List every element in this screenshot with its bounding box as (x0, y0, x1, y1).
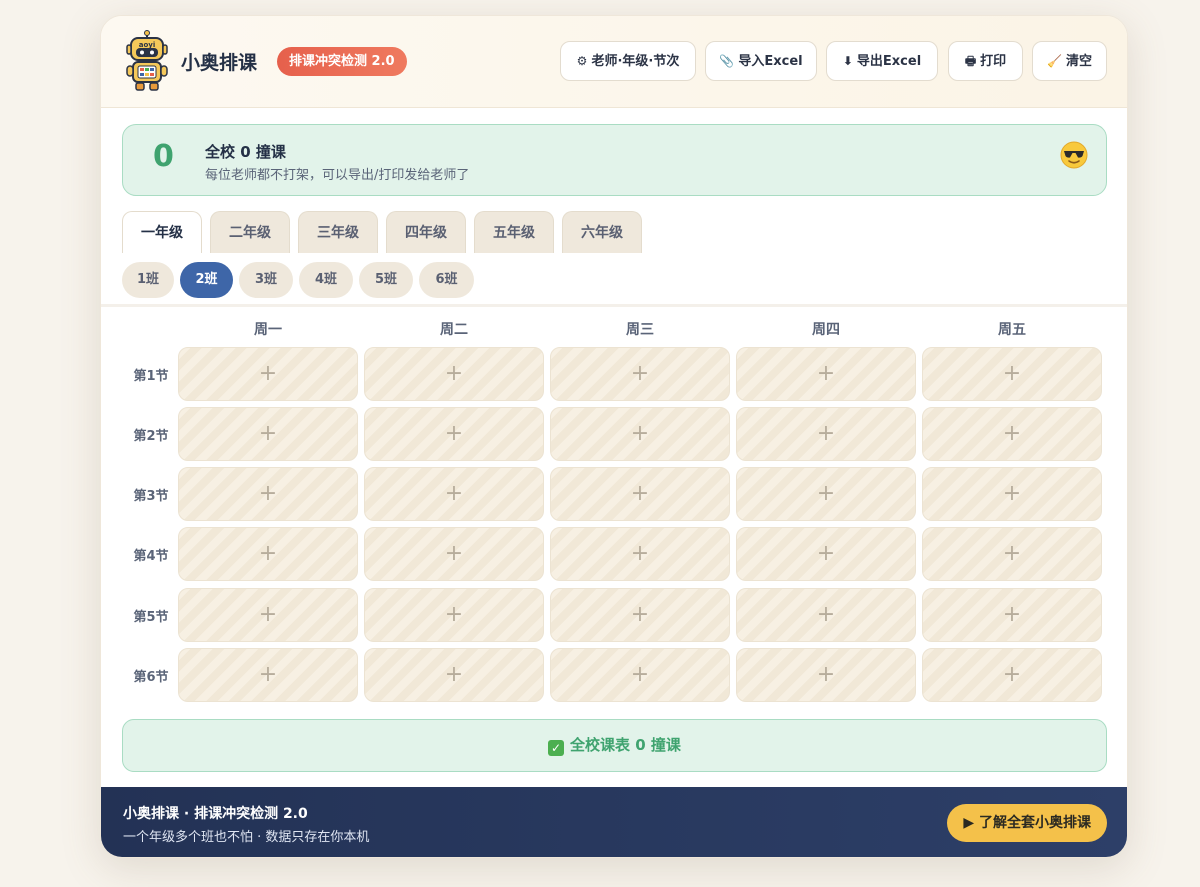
summary-banner: ✓ 全校课表 0 撞课 (122, 719, 1107, 772)
period-header: 第3节 (133, 489, 169, 504)
grade-tab-5[interactable]: 五年级 (474, 211, 554, 253)
paperclip-icon: 📎 (719, 54, 735, 68)
timetable-cell[interactable]: + (364, 588, 544, 642)
timetable-cell[interactable]: + (736, 407, 916, 461)
timetable-cell[interactable]: + (178, 407, 358, 461)
app-header: aoyi 小奥排课 排课冲突检测 2.0 ⚙ 老师·年级·节次 📎 导入Excel (101, 16, 1127, 108)
sunglasses-face-icon (1060, 141, 1088, 169)
day-header: 周二 (440, 322, 468, 338)
timetable-cell[interactable]: + (550, 527, 730, 581)
print-button-label: 打印 (980, 54, 1007, 69)
clear-button-label: 清空 (1065, 54, 1092, 69)
printer-icon: 🖶 (964, 54, 977, 68)
timetable-cell[interactable]: + (922, 467, 1102, 521)
grade-tab-4[interactable]: 四年级 (386, 211, 466, 253)
section-divider (101, 304, 1127, 307)
timetable-cell[interactable]: + (364, 527, 544, 581)
download-icon: ⬇ (842, 54, 853, 68)
timetable-cell[interactable]: + (736, 347, 916, 401)
timetable-cell[interactable]: + (550, 648, 730, 702)
export-excel-label: 导出Excel (856, 54, 922, 69)
logo-text: aoyi (139, 41, 156, 49)
class-pill-6[interactable]: 6班 (419, 262, 474, 298)
timetable-cell[interactable]: + (550, 407, 730, 461)
timetable-cell[interactable]: + (364, 407, 544, 461)
brand-title: 小奥排课 (181, 52, 258, 74)
timetable-cell[interactable]: + (178, 588, 358, 642)
timetable-cell[interactable]: + (922, 648, 1102, 702)
gear-icon: ⚙ (576, 54, 588, 68)
check-mark-icon: ✓ (548, 740, 565, 756)
period-header: 第1节 (133, 369, 169, 384)
robot-mascot-logo: aoyi (126, 30, 168, 91)
learn-more-button[interactable]: ▶ 了解全套小奥排课 (947, 804, 1107, 842)
period-header: 第6节 (133, 670, 169, 685)
conflict-status-panel: 0 全校 0 撞课 每位老师都不打架，可以导出/打印发给老师了 (122, 124, 1107, 196)
settings-button[interactable]: ⚙ 老师·年级·节次 (560, 41, 696, 81)
class-pill-2[interactable]: 2班 (180, 262, 233, 298)
grade-tab-6[interactable]: 六年级 (562, 211, 642, 253)
class-pill-4[interactable]: 4班 (299, 262, 353, 298)
conflict-count: 0 (153, 139, 174, 174)
timetable-cell[interactable]: + (178, 347, 358, 401)
version-badge: 排课冲突检测 2.0 (277, 47, 407, 76)
app-card: aoyi 小奥排课 排课冲突检测 2.0 ⚙ 老师·年级·节次 📎 导入Excel (100, 15, 1128, 858)
timetable-cell[interactable]: + (922, 347, 1102, 401)
grade-tab-1[interactable]: 一年级 (122, 211, 202, 253)
status-subtitle: 每位老师都不打架，可以导出/打印发给老师了 (205, 168, 470, 183)
status-title: 全校 0 撞课 (205, 143, 286, 161)
period-header: 第2节 (133, 429, 169, 444)
timetable-cell[interactable]: + (550, 467, 730, 521)
footer-subtitle: 一个年级多个班也不怕 · 数据只存在你本机 (123, 830, 370, 845)
timetable-cell[interactable]: + (736, 648, 916, 702)
timetable-cell[interactable]: + (364, 467, 544, 521)
import-excel-label: 导入Excel (738, 54, 803, 69)
class-pill-1[interactable]: 1班 (122, 262, 174, 298)
grade-tab-3[interactable]: 三年级 (298, 211, 378, 253)
day-header: 周四 (812, 322, 840, 338)
clear-button[interactable]: 🧹 清空 (1032, 41, 1107, 81)
timetable-cell[interactable]: + (550, 347, 730, 401)
settings-button-label: 老师·年级·节次 (591, 54, 680, 69)
timetable-cell[interactable]: + (922, 527, 1102, 581)
footer-title: 小奥排课 · 排课冲突检测 2.0 (123, 806, 308, 822)
class-pill-5[interactable]: 5班 (359, 262, 413, 298)
timetable-cell[interactable]: + (922, 588, 1102, 642)
timetable-cell[interactable]: + (178, 527, 358, 581)
timetable-cell[interactable]: + (364, 347, 544, 401)
class-pill-3[interactable]: 3班 (239, 262, 293, 298)
summary-text: 全校课表 0 撞课 (570, 736, 681, 754)
broom-icon: 🧹 (1047, 54, 1062, 68)
timetable-cell[interactable]: + (922, 407, 1102, 461)
import-excel-button[interactable]: 📎 导入Excel (705, 41, 817, 81)
timetable-cell[interactable]: + (550, 588, 730, 642)
export-excel-button[interactable]: ⬇ 导出Excel (826, 41, 938, 81)
timetable-cell[interactable]: + (178, 648, 358, 702)
app-footer: 小奥排课 · 排课冲突检测 2.0 一个年级多个班也不怕 · 数据只存在你本机 … (101, 787, 1127, 857)
print-button[interactable]: 🖶 打印 (948, 41, 1023, 81)
grade-tab-2[interactable]: 二年级 (210, 211, 290, 253)
timetable-cell[interactable]: + (736, 588, 916, 642)
day-header: 周一 (254, 322, 282, 338)
timetable-cell[interactable]: + (364, 648, 544, 702)
period-header: 第5节 (133, 610, 169, 625)
timetable-cell[interactable]: + (736, 527, 916, 581)
timetable-cell[interactable]: + (736, 467, 916, 521)
day-header: 周五 (998, 322, 1026, 338)
period-header: 第4节 (133, 549, 169, 564)
timetable-cell[interactable]: + (178, 467, 358, 521)
day-header: 周三 (626, 322, 654, 338)
